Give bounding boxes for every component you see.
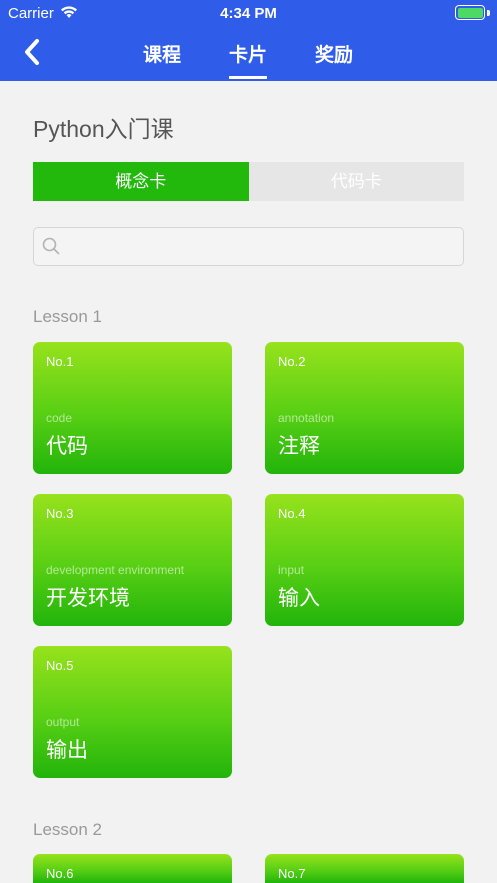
concept-card[interactable]: No.2 annotation 注释 [265, 342, 464, 474]
status-bar: Carrier 4:34 PM [0, 0, 497, 26]
search-input[interactable] [68, 232, 453, 260]
card-number: No.1 [46, 354, 74, 369]
card-type-segmented-control: 概念卡 代码卡 [33, 162, 464, 201]
card-number: No.4 [278, 506, 306, 521]
card-number: No.7 [278, 866, 306, 881]
lesson-heading: Lesson 2 [33, 820, 102, 839]
segment-concept-cards[interactable]: 概念卡 [33, 162, 249, 201]
card-title: 输出 [46, 739, 88, 762]
clock: 4:34 PM [220, 5, 277, 22]
search-box [33, 227, 464, 266]
concept-card[interactable]: No.3 development environment 开发环境 [33, 494, 232, 626]
card-subtitle: output [46, 715, 80, 729]
card-subtitle: code [46, 411, 73, 425]
battery-icon [455, 5, 485, 20]
card-subtitle: annotation [278, 411, 335, 425]
page-title: Python入门课 [33, 116, 174, 142]
card-title: 输入 [278, 587, 320, 610]
battery-tip [487, 10, 490, 16]
concept-card[interactable]: No.4 input 输入 [265, 494, 464, 626]
tab-rewards[interactable]: 奖励 [310, 40, 358, 67]
concept-card[interactable]: No.5 output 输出 [33, 646, 232, 778]
card-title: 注释 [278, 435, 320, 458]
card-number: No.3 [46, 506, 74, 521]
card-number: No.6 [46, 866, 74, 881]
tab-cards[interactable]: 卡片 [224, 40, 272, 67]
segment-code-cards[interactable]: 代码卡 [248, 162, 464, 201]
card-subtitle: development environment [46, 563, 185, 577]
card-title: 开发环境 [46, 587, 130, 610]
lesson-heading: Lesson 1 [33, 307, 102, 326]
card-number: No.2 [278, 354, 306, 369]
card-number: No.5 [46, 658, 74, 673]
concept-card[interactable]: No.6 [33, 854, 232, 883]
back-chevron-icon[interactable] [18, 37, 48, 67]
search-icon [42, 237, 60, 255]
top-nav-bar: Carrier 4:34 PM 课程 卡片 奖励 [0, 0, 497, 81]
concept-card[interactable]: No.7 [265, 854, 464, 883]
concept-card[interactable]: No.1 code 代码 [33, 342, 232, 474]
card-title: 代码 [46, 435, 88, 458]
tab-courses[interactable]: 课程 [138, 40, 186, 67]
active-tab-indicator [229, 76, 267, 79]
card-subtitle: input [278, 563, 305, 577]
